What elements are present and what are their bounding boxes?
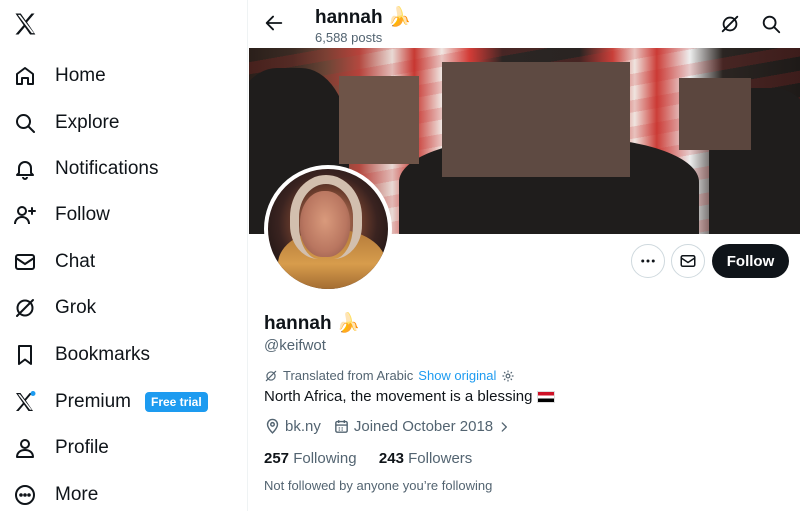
- follow-counts: 257 Following 243 Followers: [264, 450, 472, 467]
- translated-label: Translated from Arabic: [283, 368, 414, 383]
- bookmark-icon: [12, 342, 38, 368]
- search-icon: [12, 110, 38, 136]
- join-date[interactable]: Joined October 2018: [333, 418, 511, 435]
- more-dots-icon: [641, 259, 655, 263]
- home-icon: [12, 63, 38, 89]
- sidebar-item-label: More: [55, 484, 99, 505]
- profile-main: hannah 🍌 6,588 posts Follow hannah 🍌 @ke…: [249, 0, 800, 511]
- egypt-flag-icon: [537, 390, 556, 403]
- show-original-link[interactable]: Show original: [418, 368, 496, 383]
- grok-icon[interactable]: [719, 13, 741, 35]
- sidebar-item-label: Chat: [55, 251, 96, 272]
- envelope-icon: [680, 255, 696, 267]
- header-post-count: 6,588 posts: [315, 30, 383, 45]
- more-circle-icon: [12, 482, 38, 508]
- sidebar: Home Explore Notifications Follow Chat G…: [0, 0, 248, 511]
- profile-handle: @keifwot: [264, 337, 326, 354]
- sidebar-item-label: Home: [55, 65, 106, 86]
- more-options-button[interactable]: [631, 244, 665, 278]
- sidebar-item-label: Explore: [55, 112, 120, 133]
- header-title: hannah 🍌: [315, 7, 412, 28]
- profile-meta: bk.ny Joined October 2018: [264, 418, 523, 435]
- following-label: Following: [293, 450, 357, 467]
- back-arrow-icon[interactable]: [263, 12, 285, 34]
- free-trial-badge[interactable]: Free trial: [145, 392, 208, 412]
- followers-link[interactable]: 243 Followers: [379, 450, 472, 467]
- followers-label: Followers: [408, 450, 473, 467]
- profile-name: hannah 🍌: [264, 313, 361, 334]
- not-followed-notice: Not followed by anyone you’re following: [264, 478, 493, 493]
- sidebar-item-label: Profile: [55, 437, 109, 458]
- follow-button[interactable]: Follow: [712, 244, 789, 278]
- bio-text: North Africa, the movement is a blessing: [264, 388, 533, 405]
- grok-icon: [265, 370, 277, 381]
- translation-notice: Translated from Arabic Show original: [264, 368, 515, 383]
- chevron-right-icon: [501, 421, 508, 432]
- person-add-icon: [12, 202, 38, 228]
- joined-text: Joined October 2018: [353, 418, 494, 435]
- profile-header: hannah 🍌 6,588 posts: [249, 0, 800, 48]
- followers-count: 243: [378, 450, 404, 467]
- calendar-icon: [334, 420, 348, 433]
- sidebar-item-label: Premium: [55, 391, 132, 412]
- sidebar-item-label: Follow: [55, 204, 110, 225]
- x-logo-icon: [12, 389, 38, 415]
- location-text: bk.ny: [285, 418, 321, 435]
- location-pin-icon: [266, 418, 279, 434]
- message-button[interactable]: [671, 244, 705, 278]
- sidebar-item-label: Bookmarks: [55, 344, 151, 365]
- sidebar-item-label: Grok: [55, 297, 97, 318]
- location: bk.ny: [264, 418, 321, 435]
- grok-icon: [12, 295, 38, 321]
- following-count: 257: [264, 450, 290, 467]
- x-logo-icon[interactable]: [12, 10, 40, 38]
- avatar[interactable]: [264, 165, 392, 293]
- envelope-icon: [12, 249, 38, 275]
- gear-icon[interactable]: [501, 369, 515, 383]
- sidebar-item-label: Notifications: [55, 158, 159, 179]
- following-link[interactable]: 257 Following: [264, 450, 361, 467]
- profile-bio: North Africa, the movement is a blessing: [264, 388, 556, 405]
- search-icon[interactable]: [760, 13, 782, 35]
- bell-icon: [12, 156, 38, 182]
- person-icon: [12, 435, 38, 461]
